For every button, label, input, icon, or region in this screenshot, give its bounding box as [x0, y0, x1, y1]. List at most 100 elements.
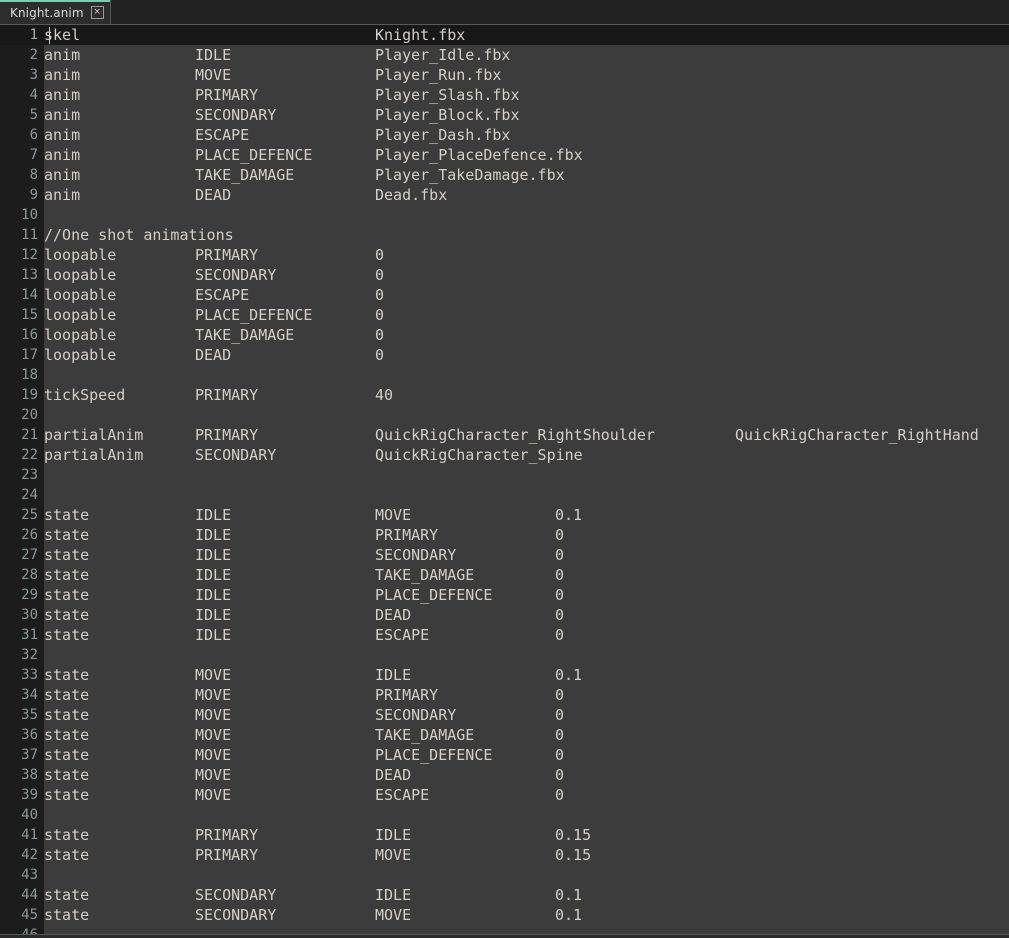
code-line-content[interactable]: state IDLE PRIMARY 0: [44, 525, 1009, 545]
code-line[interactable]: 32: [0, 645, 1009, 665]
code-line[interactable]: 42 state PRIMARY MOVE 0.15: [0, 845, 1009, 865]
code-line[interactable]: 41 state PRIMARY IDLE 0.15: [0, 825, 1009, 845]
code-line-content[interactable]: anim SECONDARY Player_Block.fbx: [44, 105, 1009, 125]
code-line[interactable]: 23: [0, 465, 1009, 485]
tab-knight-anim[interactable]: Knight.anim ×: [0, 0, 111, 24]
code-line-content[interactable]: anim PRIMARY Player_Slash.fbx: [44, 85, 1009, 105]
code-line-content[interactable]: [44, 405, 1009, 425]
code-line-content[interactable]: [44, 465, 1009, 485]
code-line-content[interactable]: [44, 485, 1009, 505]
code-token: Player_PlaceDefence.fbx: [375, 146, 583, 164]
code-line-content[interactable]: [44, 865, 1009, 885]
code-line-content[interactable]: anim TAKE_DAMAGE Player_TakeDamage.fbx: [44, 165, 1009, 185]
code-line-content[interactable]: partialAnim PRIMARY QuickRigCharacter_Righ…: [44, 425, 1009, 445]
line-number: 4: [29, 87, 38, 103]
code-line[interactable]: 34 state MOVE PRIMARY 0: [0, 685, 1009, 705]
code-line-content[interactable]: state MOVE SECONDARY 0: [44, 705, 1009, 725]
code-line[interactable]: 39 state MOVE ESCAPE 0: [0, 785, 1009, 805]
code-line[interactable]: 43: [0, 865, 1009, 885]
code-line-content[interactable]: tickSpeed PRIMARY 40: [44, 385, 1009, 405]
code-line[interactable]: 38 state MOVE DEAD 0: [0, 765, 1009, 785]
code-line[interactable]: 35 state MOVE SECONDARY 0: [0, 705, 1009, 725]
code-line-content[interactable]: anim ESCAPE Player_Dash.fbx: [44, 125, 1009, 145]
code-line-content[interactable]: state IDLE SECONDARY 0: [44, 545, 1009, 565]
code-line-content[interactable]: state SECONDARY IDLE 0.1: [44, 885, 1009, 905]
code-line[interactable]: 44 state SECONDARY IDLE 0.1: [0, 885, 1009, 905]
code-line-content[interactable]: state SECONDARY MOVE 0.1: [44, 905, 1009, 925]
code-line[interactable]: 28 state IDLE TAKE_DAMAGE 0: [0, 565, 1009, 585]
code-line-content[interactable]: [44, 805, 1009, 825]
code-line[interactable]: 45 state SECONDARY MOVE 0.1: [0, 905, 1009, 925]
code-line-content[interactable]: anim DEAD Dead.fbx: [44, 185, 1009, 205]
code-editor[interactable]: 1 skel Knight.fbx 2 anim IDLE Player_Idle.fbx 3…: [0, 25, 1009, 938]
code-line-content[interactable]: state MOVE IDLE 0.1: [44, 665, 1009, 685]
code-line[interactable]: 6 anim ESCAPE Player_Dash.fbx: [0, 125, 1009, 145]
code-line[interactable]: 25 state IDLE MOVE 0.1: [0, 505, 1009, 525]
code-text-area[interactable]: 1 skel Knight.fbx 2 anim IDLE Player_Idle.fbx 3…: [0, 25, 1009, 938]
code-line-content[interactable]: state IDLE PLACE_DEFENCE 0: [44, 585, 1009, 605]
code-line[interactable]: 11 //One shot animations: [0, 225, 1009, 245]
code-line[interactable]: 18: [0, 365, 1009, 385]
code-line-content[interactable]: state IDLE MOVE 0.1: [44, 505, 1009, 525]
code-token: anim: [44, 126, 81, 144]
code-line-content[interactable]: loopable PLACE_DEFENCE 0: [44, 305, 1009, 325]
code-line[interactable]: 33 state MOVE IDLE 0.1: [0, 665, 1009, 685]
code-line[interactable]: 10: [0, 205, 1009, 225]
code-line[interactable]: 9 anim DEAD Dead.fbx: [0, 185, 1009, 205]
code-line-content[interactable]: state MOVE PRIMARY 0: [44, 685, 1009, 705]
code-line-content[interactable]: state PRIMARY MOVE 0.15: [44, 845, 1009, 865]
code-line-content[interactable]: anim PLACE_DEFENCE Player_PlaceDefence.fbx: [44, 145, 1009, 165]
code-line-content[interactable]: [44, 645, 1009, 665]
code-line[interactable]: 20: [0, 405, 1009, 425]
code-line[interactable]: 8 anim TAKE_DAMAGE Player_TakeDamage.fbx: [0, 165, 1009, 185]
code-line[interactable]: 12 loopable PRIMARY 0: [0, 245, 1009, 265]
code-line-content[interactable]: //One shot animations: [44, 225, 1009, 245]
code-line-content[interactable]: state IDLE TAKE_DAMAGE 0: [44, 565, 1009, 585]
code-token: tickSpeed: [44, 386, 126, 404]
code-line[interactable]: 3 anim MOVE Player_Run.fbx: [0, 65, 1009, 85]
code-line-content[interactable]: state IDLE DEAD 0: [44, 605, 1009, 625]
code-line[interactable]: 31 state IDLE ESCAPE 0: [0, 625, 1009, 645]
code-line-content[interactable]: state PRIMARY IDLE 0.15: [44, 825, 1009, 845]
code-line-content[interactable]: skel Knight.fbx: [44, 25, 1009, 45]
code-line[interactable]: 22 partialAnim SECONDARY QuickRigCharacter_…: [0, 445, 1009, 465]
code-line[interactable]: 17 loopable DEAD 0: [0, 345, 1009, 365]
code-line-content[interactable]: loopable SECONDARY 0: [44, 265, 1009, 285]
code-line[interactable]: 4 anim PRIMARY Player_Slash.fbx: [0, 85, 1009, 105]
code-line-content[interactable]: [44, 365, 1009, 385]
code-line-content[interactable]: state MOVE PLACE_DEFENCE 0: [44, 745, 1009, 765]
code-line[interactable]: 16 loopable TAKE_DAMAGE 0: [0, 325, 1009, 345]
code-line[interactable]: 19 tickSpeed PRIMARY 40: [0, 385, 1009, 405]
close-icon[interactable]: ×: [90, 6, 104, 19]
code-line-content[interactable]: state MOVE DEAD 0: [44, 765, 1009, 785]
code-line[interactable]: 30 state IDLE DEAD 0: [0, 605, 1009, 625]
code-line[interactable]: 29 state IDLE PLACE_DEFENCE 0: [0, 585, 1009, 605]
code-line-content[interactable]: partialAnim SECONDARY QuickRigCharacter_Sp…: [44, 445, 1009, 465]
code-line-content[interactable]: loopable PRIMARY 0: [44, 245, 1009, 265]
code-line[interactable]: 26 state IDLE PRIMARY 0: [0, 525, 1009, 545]
code-line[interactable]: 7 anim PLACE_DEFENCE Player_PlaceDefence.fb…: [0, 145, 1009, 165]
code-line-content[interactable]: loopable DEAD 0: [44, 345, 1009, 365]
code-line[interactable]: 15 loopable PLACE_DEFENCE 0: [0, 305, 1009, 325]
line-number: 26: [21, 527, 38, 543]
code-line[interactable]: 37 state MOVE PLACE_DEFENCE 0: [0, 745, 1009, 765]
code-line[interactable]: 2 anim IDLE Player_Idle.fbx: [0, 45, 1009, 65]
code-line[interactable]: 21 partialAnim PRIMARY QuickRigCharacter_Ri…: [0, 425, 1009, 445]
code-line[interactable]: 14 loopable ESCAPE 0: [0, 285, 1009, 305]
code-token: 40: [375, 386, 394, 404]
code-line-content[interactable]: anim IDLE Player_Idle.fbx: [44, 45, 1009, 65]
code-line[interactable]: 40: [0, 805, 1009, 825]
code-line-content[interactable]: [44, 205, 1009, 225]
code-line[interactable]: 27 state IDLE SECONDARY 0: [0, 545, 1009, 565]
code-line[interactable]: 1 skel Knight.fbx: [0, 25, 1009, 45]
code-line-content[interactable]: state IDLE ESCAPE 0: [44, 625, 1009, 645]
code-line[interactable]: 13 loopable SECONDARY 0: [0, 265, 1009, 285]
code-line[interactable]: 5 anim SECONDARY Player_Block.fbx: [0, 105, 1009, 125]
code-line-content[interactable]: state MOVE TAKE_DAMAGE 0: [44, 725, 1009, 745]
code-line-content[interactable]: loopable TAKE_DAMAGE 0: [44, 325, 1009, 345]
code-line-content[interactable]: state MOVE ESCAPE 0: [44, 785, 1009, 805]
code-line-content[interactable]: anim MOVE Player_Run.fbx: [44, 65, 1009, 85]
code-line-content[interactable]: loopable ESCAPE 0: [44, 285, 1009, 305]
code-line[interactable]: 36 state MOVE TAKE_DAMAGE 0: [0, 725, 1009, 745]
code-line[interactable]: 24: [0, 485, 1009, 505]
